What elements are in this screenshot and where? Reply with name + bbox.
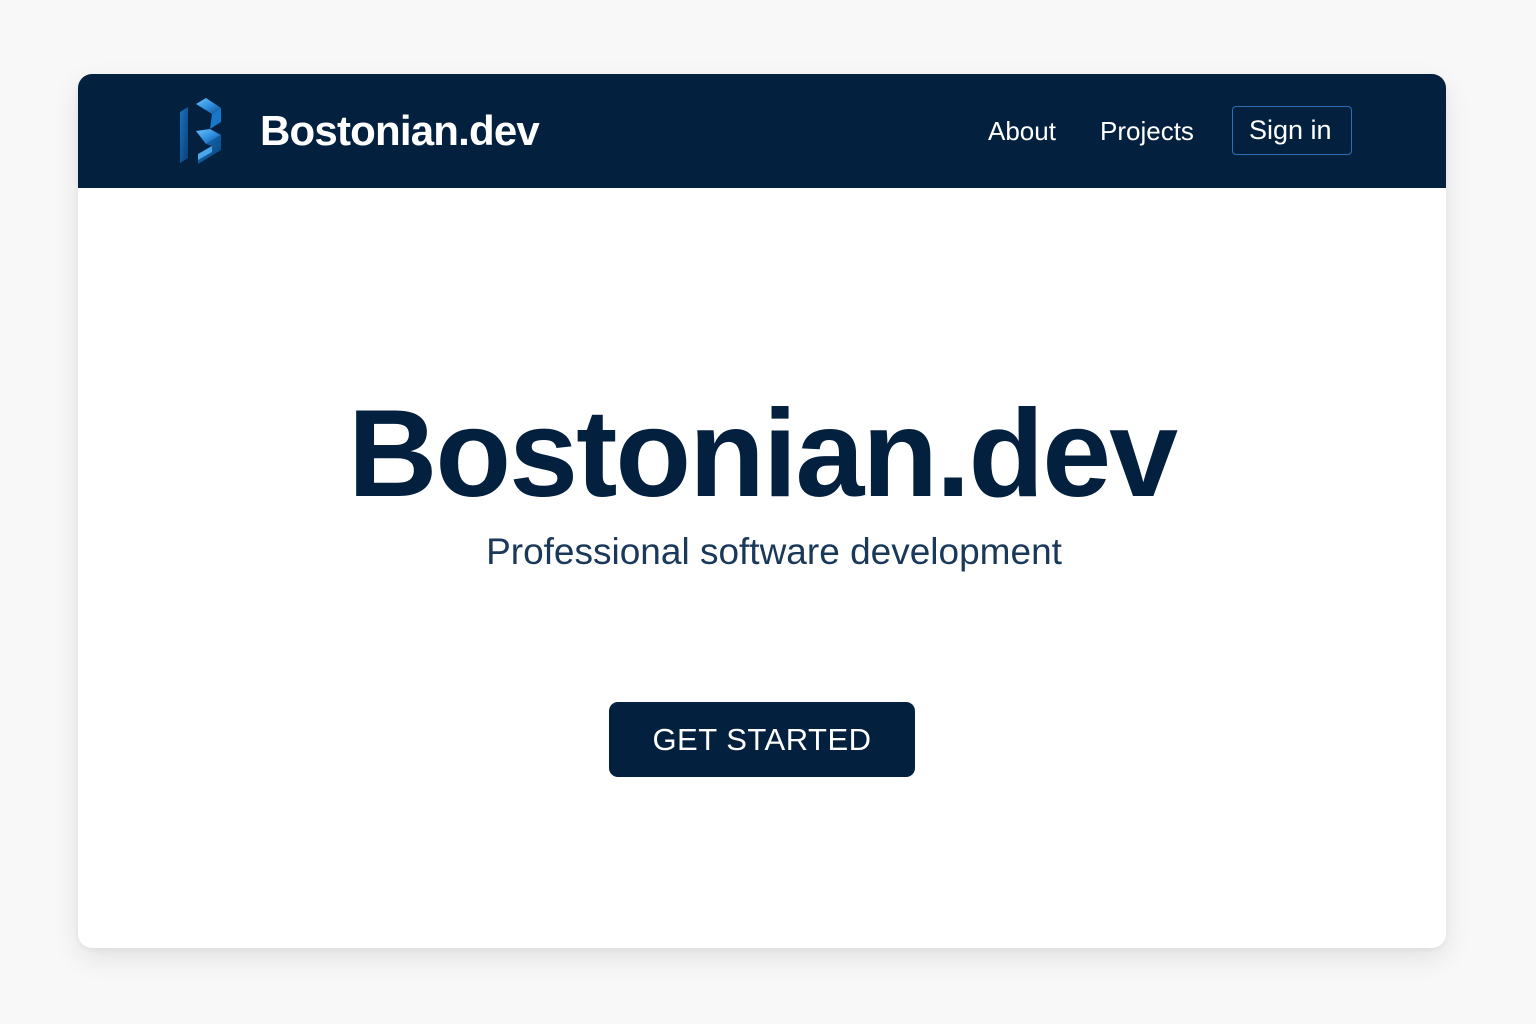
hero-title: Bostonian.dev xyxy=(347,385,1178,523)
website-window: Bostonian.dev About Projects Sign in Bos… xyxy=(78,74,1446,948)
nav-link-about[interactable]: About xyxy=(988,114,1056,148)
stylized-b-logo-icon xyxy=(180,98,221,164)
brand-logo-link[interactable]: Bostonian.dev xyxy=(176,96,540,166)
nav-link-projects[interactable]: Projects xyxy=(1100,114,1194,148)
brand-name: Bostonian.dev xyxy=(260,107,540,154)
top-navigation-bar: Bostonian.dev About Projects Sign in xyxy=(78,74,1446,188)
sign-in-button[interactable]: Sign in xyxy=(1232,106,1352,155)
hero-section: Bostonian.dev Professional software deve… xyxy=(78,188,1446,948)
hero-subtitle: Professional software development xyxy=(486,531,1062,572)
get-started-button[interactable]: GET STARTED xyxy=(609,702,915,777)
